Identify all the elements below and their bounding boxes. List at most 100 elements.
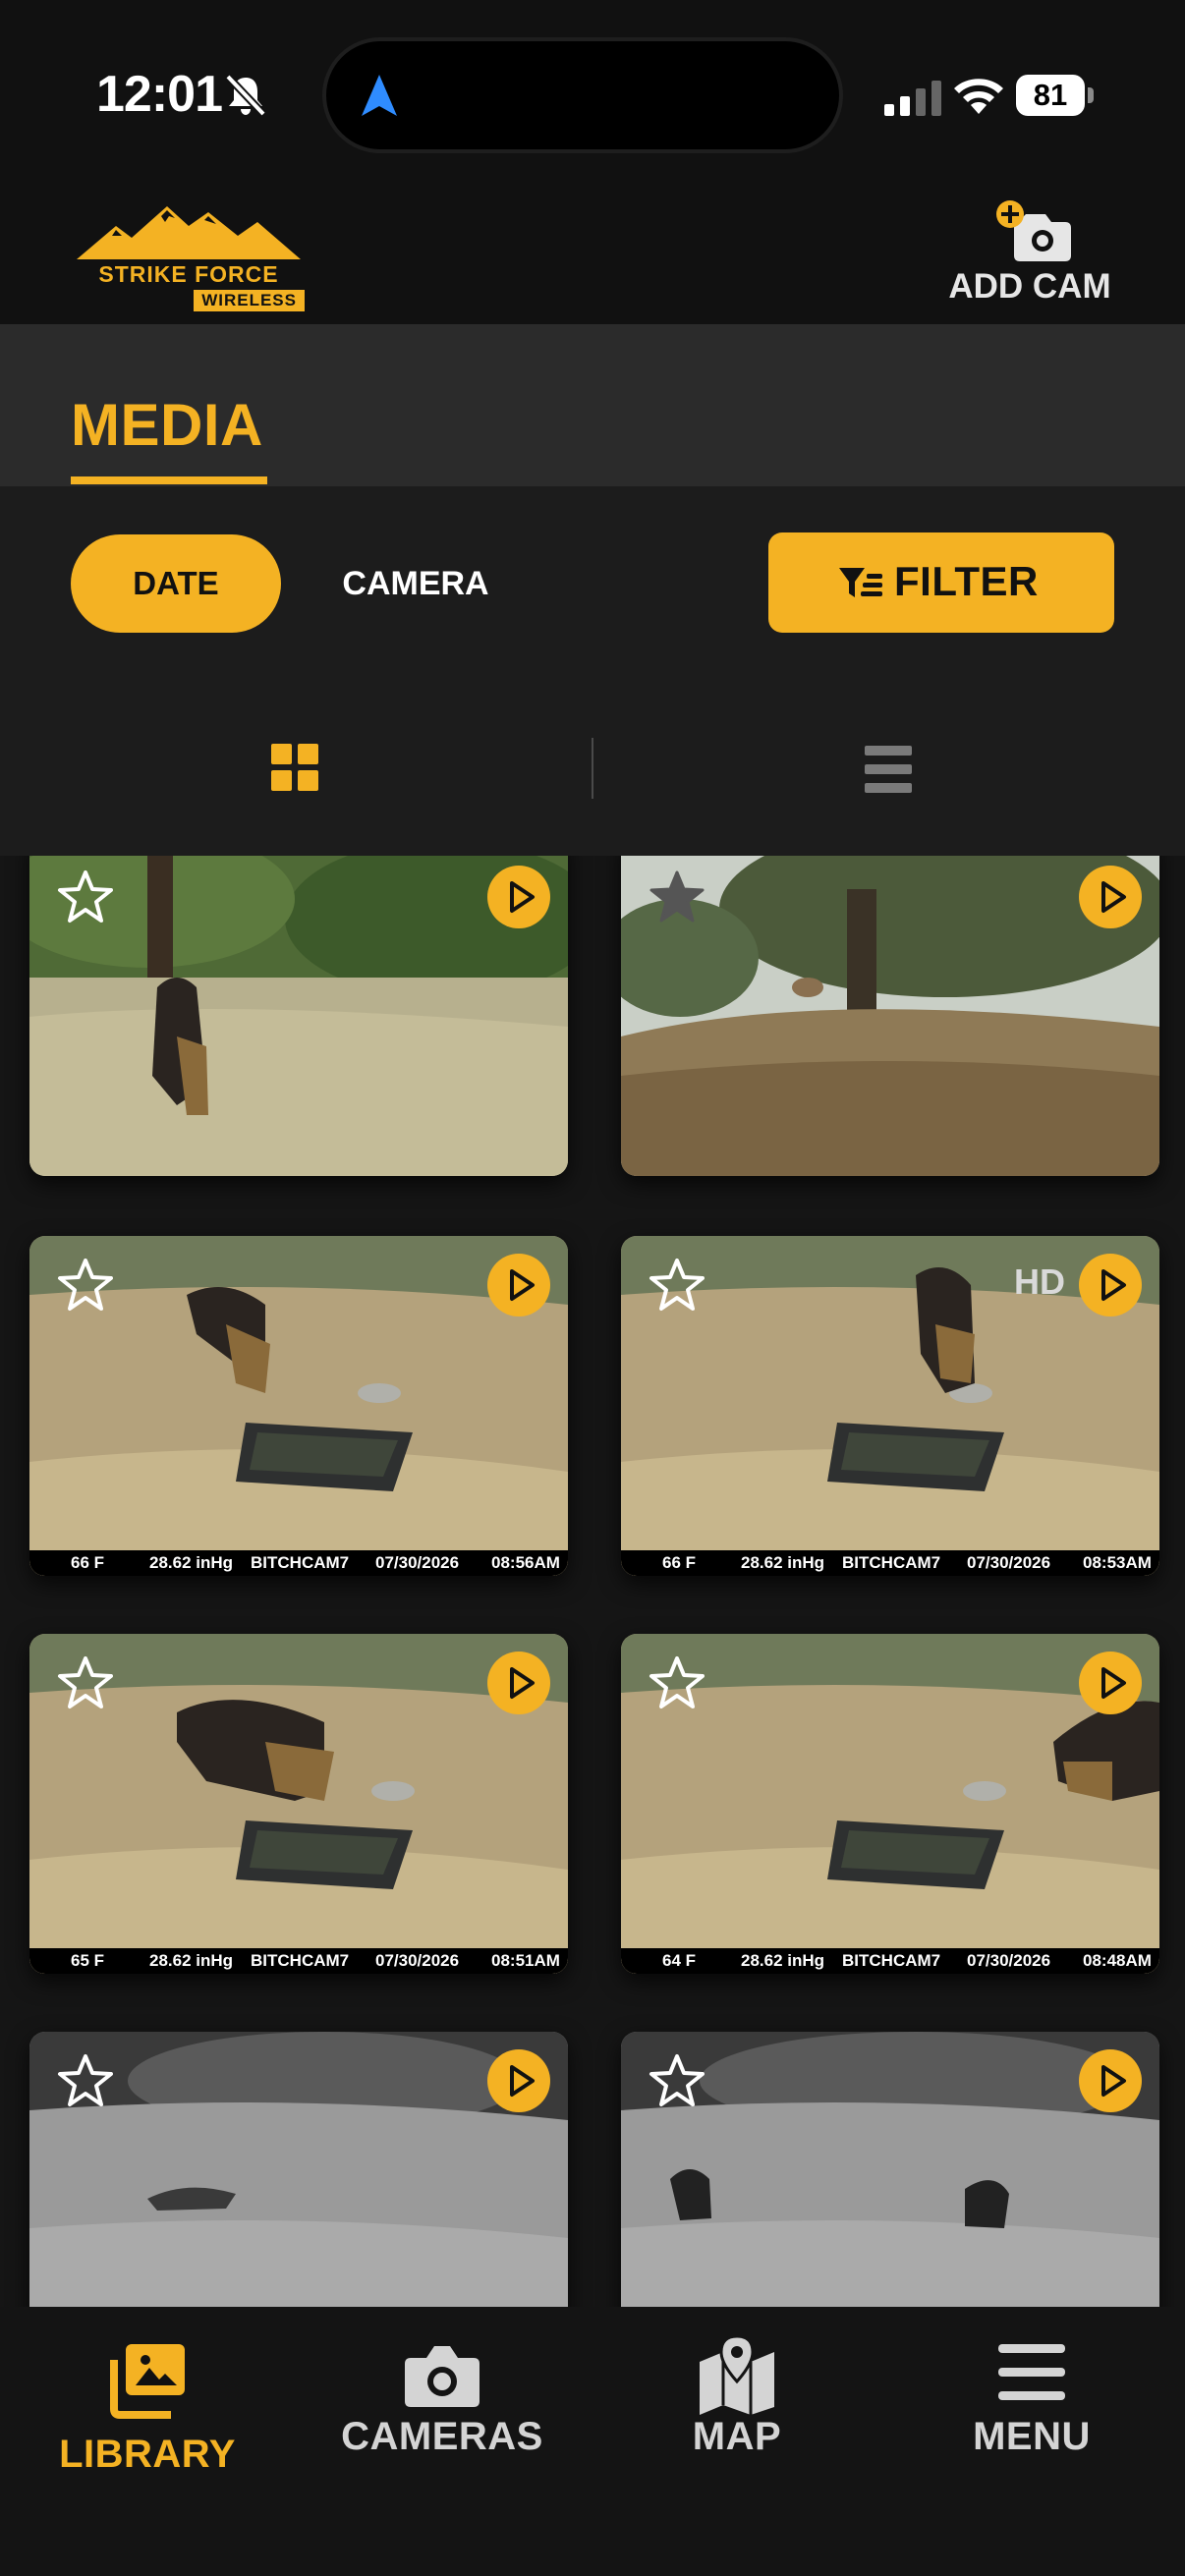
status-time: 12:01 — [96, 66, 223, 123]
hd-badge: HD — [1014, 1261, 1065, 1302]
sort-filter-row: DATE CAMERA FILTER — [0, 486, 1185, 681]
favorite-star-icon[interactable] — [649, 1258, 705, 1313]
media-thumbnail[interactable]: HD 66 F 28.62 inHg BITCHCAM7 07/30/2026 … — [621, 1236, 1159, 1576]
caption-camera: BITCHCAM7 — [251, 1553, 350, 1572]
favorite-star-icon[interactable] — [57, 1655, 114, 1710]
location-arrow-icon — [362, 75, 397, 116]
media-thumbnail[interactable] — [621, 2032, 1159, 2307]
tab-active-indicator — [71, 476, 267, 484]
play-video-button[interactable] — [1079, 1254, 1142, 1316]
caption-date: 07/30/2026 — [967, 1951, 1051, 1970]
play-video-button[interactable] — [487, 2049, 550, 2112]
favorite-star-icon[interactable] — [649, 2053, 705, 2108]
bottom-navigation: LIBRARY CAMERAS MAP MENU — [0, 2307, 1185, 2576]
list-view-icon[interactable] — [865, 746, 912, 793]
caption-pressure: 28.62 inHg — [741, 1951, 825, 1970]
grid-view-icon[interactable] — [271, 744, 318, 791]
sort-by-date-button[interactable]: DATE — [71, 534, 281, 633]
menu-icon — [998, 2344, 1065, 2400]
map-icon — [700, 2336, 774, 2415]
caption-camera: BITCHCAM7 — [842, 1951, 941, 1970]
caption-time: 08:48AM — [1083, 1951, 1152, 1970]
filter-label: FILTER — [894, 558, 1039, 604]
nav-cameras-label: CAMERAS — [341, 2415, 543, 2458]
caption-temp: 64 F — [662, 1951, 697, 1970]
play-icon — [510, 1269, 535, 1301]
add-cam-button[interactable]: ADD CAM — [933, 200, 1126, 308]
nav-library-label: LIBRARY — [59, 2433, 236, 2476]
tab-media[interactable]: MEDIA — [71, 391, 263, 459]
favorite-star-icon[interactable] — [649, 869, 705, 924]
nav-menu-label: MENU — [973, 2415, 1091, 2458]
wifi-icon — [954, 79, 1003, 114]
nav-library[interactable]: LIBRARY — [0, 2336, 295, 2533]
view-switch-row — [0, 681, 1185, 856]
media-grid: 66 F 28.62 inHg BITCHCAM7 07/30/2026 08:… — [0, 856, 1185, 2307]
filter-icon — [839, 568, 882, 597]
add-camera-icon — [996, 200, 1071, 261]
favorite-star-icon[interactable] — [57, 1258, 114, 1313]
app-screen: 12:01 81 STRIKE FORCE WIRELESS ADD CAM M… — [0, 0, 1185, 2576]
play-icon — [510, 1667, 535, 1699]
play-video-button[interactable] — [487, 1652, 550, 1714]
favorite-star-icon[interactable] — [649, 1655, 705, 1710]
add-cam-label: ADD CAM — [948, 267, 1111, 306]
camera-icon — [405, 2346, 480, 2407]
caption-temp: 66 F — [662, 1553, 697, 1572]
media-title-band: MEDIA — [0, 324, 1185, 486]
play-icon — [1101, 1667, 1126, 1699]
media-thumbnail[interactable]: 64 F 28.62 inHg BITCHCAM7 07/30/2026 08:… — [621, 1634, 1159, 1974]
sort-by-camera-button[interactable]: CAMERA — [322, 534, 509, 633]
favorite-star-icon[interactable] — [57, 2053, 114, 2108]
caption-camera: BITCHCAM7 — [251, 1951, 350, 1970]
battery-level: 81 — [1016, 75, 1085, 116]
silent-bell-icon — [225, 74, 266, 117]
photo-info-strip: 65 F 28.62 inHg BITCHCAM7 07/30/2026 08:… — [29, 1948, 568, 1974]
media-thumbnail[interactable] — [29, 2032, 568, 2307]
play-icon — [1101, 2065, 1126, 2097]
filter-button[interactable]: FILTER — [768, 532, 1114, 633]
play-video-button[interactable] — [1079, 866, 1142, 928]
mountains-logo-icon — [77, 206, 301, 259]
caption-temp: 65 F — [71, 1951, 105, 1970]
status-bar: 12:01 81 — [0, 0, 1185, 177]
favorite-star-icon[interactable] — [57, 869, 114, 924]
play-icon — [1101, 1269, 1126, 1301]
play-icon — [510, 881, 535, 913]
photo-info-strip: 64 F 28.62 inHg BITCHCAM7 07/30/2026 08:… — [621, 1948, 1159, 1974]
play-icon — [1101, 881, 1126, 913]
caption-time: 08:53AM — [1083, 1553, 1152, 1572]
logo-brand-text: STRIKE FORCE — [98, 261, 279, 287]
caption-time: 08:51AM — [491, 1951, 560, 1970]
caption-camera: BITCHCAM7 — [842, 1553, 941, 1572]
battery-indicator: 81 — [1016, 75, 1095, 116]
nav-cameras[interactable]: CAMERAS — [295, 2336, 590, 2533]
media-thumbnail[interactable]: 66 F 28.62 inHg BITCHCAM7 07/30/2026 08:… — [29, 1236, 568, 1576]
nav-map-label: MAP — [692, 2415, 782, 2458]
strike-force-logo: STRIKE FORCE WIRELESS — [73, 200, 305, 311]
nav-menu[interactable]: MENU — [884, 2336, 1179, 2533]
photo-info-strip: 66 F 28.62 inHg BITCHCAM7 07/30/2026 08:… — [29, 1550, 568, 1576]
play-video-button[interactable] — [487, 1254, 550, 1316]
caption-pressure: 28.62 inHg — [149, 1553, 234, 1572]
play-icon — [510, 2065, 535, 2097]
caption-date: 07/30/2026 — [967, 1553, 1051, 1572]
caption-time: 08:56AM — [491, 1553, 560, 1572]
caption-temp: 66 F — [71, 1553, 105, 1572]
play-video-button[interactable] — [1079, 1652, 1142, 1714]
play-video-button[interactable] — [487, 866, 550, 928]
cellular-signal-icon — [884, 81, 941, 116]
photo-info-strip: 66 F 28.62 inHg BITCHCAM7 07/30/2026 08:… — [621, 1550, 1159, 1576]
play-video-button[interactable] — [1079, 2049, 1142, 2112]
media-thumbnail[interactable] — [29, 856, 568, 1176]
nav-map[interactable]: MAP — [590, 2336, 884, 2533]
caption-date: 07/30/2026 — [375, 1951, 460, 1970]
media-thumbnail[interactable] — [621, 856, 1159, 1176]
caption-pressure: 28.62 inHg — [149, 1951, 234, 1970]
view-divider — [592, 738, 593, 799]
caption-date: 07/30/2026 — [375, 1553, 460, 1572]
app-header: STRIKE FORCE WIRELESS ADD CAM — [0, 177, 1185, 324]
caption-pressure: 28.62 inHg — [741, 1553, 825, 1572]
library-icon — [110, 2344, 185, 2419]
media-thumbnail[interactable]: 65 F 28.62 inHg BITCHCAM7 07/30/2026 08:… — [29, 1634, 568, 1974]
